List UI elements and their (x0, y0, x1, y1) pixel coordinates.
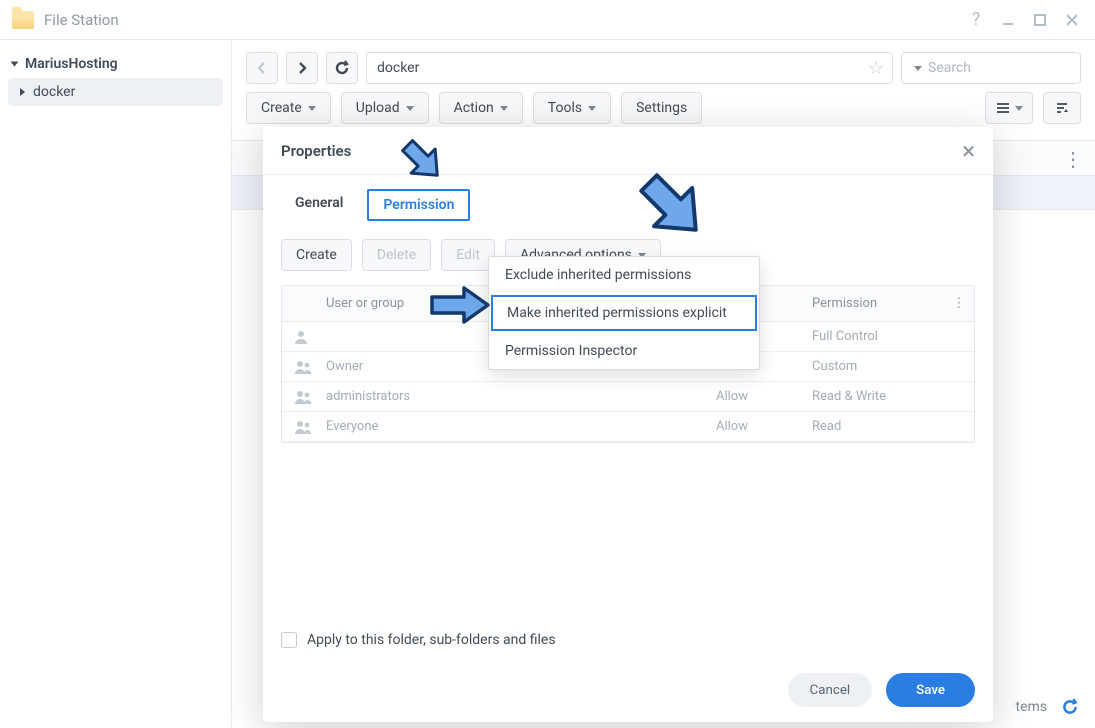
back-button[interactable] (246, 52, 278, 84)
item-count-text: tems (1015, 699, 1047, 715)
apply-label: Apply to this folder, sub-folders and fi… (307, 632, 556, 648)
group-icon (282, 360, 326, 374)
view-list-button[interactable] (985, 92, 1033, 124)
forward-button[interactable] (286, 52, 318, 84)
path-value: docker (377, 60, 419, 76)
tree-root[interactable]: MariusHosting (0, 50, 231, 78)
apply-checkbox[interactable] (281, 632, 297, 648)
window-title: File Station (44, 11, 119, 29)
close-icon[interactable] (1061, 9, 1083, 31)
user-icon (282, 330, 326, 344)
cancel-button[interactable]: Cancel (788, 673, 873, 707)
dialog-close-button[interactable]: × (962, 139, 975, 163)
tree-item-docker[interactable]: docker (8, 78, 223, 106)
menu-exclude-inherited[interactable]: Exclude inherited permissions (489, 257, 759, 293)
annotation-arrow-icon (392, 130, 450, 188)
settings-button[interactable]: Settings (621, 92, 702, 124)
apply-recursive-row: Apply to this folder, sub-folders and fi… (281, 622, 975, 648)
col-perm: Permission (812, 296, 944, 311)
upload-button[interactable]: Upload (341, 92, 429, 124)
tree-item-label: docker (33, 84, 75, 100)
annotation-arrow-icon (424, 280, 494, 330)
chevron-down-icon (500, 106, 508, 111)
minimize-icon[interactable] (997, 9, 1019, 31)
star-icon[interactable]: ☆ (868, 58, 884, 79)
search-box[interactable] (901, 52, 1081, 84)
tools-button[interactable]: Tools (533, 92, 611, 124)
window-titlebar: File Station ? (0, 0, 1095, 40)
chevron-down-icon (11, 62, 19, 67)
tab-general[interactable]: General (281, 189, 357, 221)
chevron-down-icon (308, 106, 316, 111)
tab-permission[interactable]: Permission (367, 189, 470, 221)
group-icon (282, 390, 326, 404)
advanced-options-menu: Exclude inherited permissions Make inher… (488, 256, 760, 370)
perm-edit-button[interactable]: Edit (441, 239, 495, 271)
dialog-footer: Cancel Save (263, 658, 993, 722)
save-button[interactable]: Save (886, 673, 975, 707)
action-button[interactable]: Action (439, 92, 523, 124)
menu-make-explicit[interactable]: Make inherited permissions explicit (491, 295, 757, 331)
tree-root-label: MariusHosting (25, 56, 118, 72)
chevron-down-icon (1015, 106, 1023, 111)
status-bar: tems (999, 686, 1095, 728)
chevron-down-icon[interactable] (914, 66, 922, 71)
folder-icon (12, 11, 34, 29)
more-icon[interactable]: ⋮ (944, 296, 974, 311)
sidebar: MariusHosting docker (0, 40, 232, 728)
refresh-icon[interactable] (1061, 698, 1079, 716)
more-icon[interactable]: ⋮ (1051, 141, 1095, 177)
create-button[interactable]: Create (246, 92, 331, 124)
help-icon[interactable]: ? (965, 9, 987, 31)
perm-create-button[interactable]: Create (281, 239, 352, 271)
chevron-right-icon (20, 88, 25, 96)
reload-button[interactable] (326, 52, 358, 84)
sort-button[interactable] (1043, 92, 1081, 124)
search-input[interactable] (928, 60, 1095, 76)
table-row[interactable]: Everyone Allow Read (282, 412, 974, 442)
chevron-down-icon (588, 106, 596, 111)
chevron-down-icon (406, 106, 414, 111)
perm-delete-button[interactable]: Delete (362, 239, 431, 271)
maximize-icon[interactable] (1029, 9, 1051, 31)
dialog-title: Properties (281, 142, 351, 160)
path-field[interactable]: docker ☆ (366, 52, 893, 84)
nav-toolbar: docker ☆ (232, 40, 1095, 92)
table-row[interactable]: administrators Allow Read & Write (282, 382, 974, 412)
annotation-arrow-icon (628, 162, 714, 248)
group-icon (282, 420, 326, 434)
menu-permission-inspector[interactable]: Permission Inspector (489, 333, 759, 369)
